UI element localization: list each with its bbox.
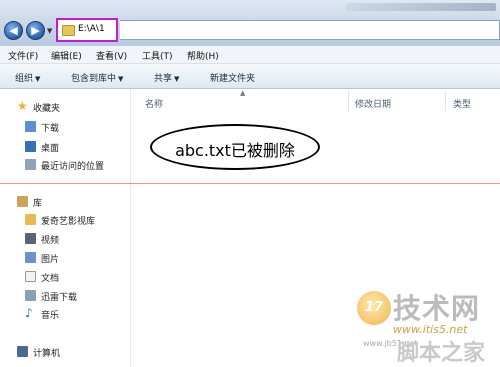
nav-desktop-label: 桌面 <box>41 144 60 154</box>
watermark-brand: 技术网 <box>393 292 481 325</box>
nav-downloads-label: 下载 <box>41 124 60 134</box>
address-bar-field[interactable] <box>120 20 500 40</box>
new-folder-button[interactable]: 新建文件夹 <box>210 71 255 84</box>
back-button[interactable]: ◀ <box>4 21 23 40</box>
share-label: 共享 <box>154 74 173 84</box>
nav-xunlei-label: 迅雷下载 <box>41 293 78 303</box>
organize-label: 组织 <box>15 74 34 84</box>
desktop-icon <box>25 141 36 152</box>
nav-library-label: 库 <box>33 199 43 209</box>
column-header-type[interactable]: 类型 <box>453 97 471 110</box>
documents-icon <box>25 271 36 282</box>
menu-help[interactable]: 帮助(H) <box>187 49 219 62</box>
chevron-down-icon: ▼ <box>118 75 124 83</box>
chevron-down-icon: ▼ <box>174 75 180 83</box>
videos-icon <box>25 233 36 244</box>
chevron-down-icon: ▼ <box>35 75 41 83</box>
computer-icon <box>17 346 28 357</box>
nav-music-label: 音乐 <box>41 311 60 321</box>
menu-tools[interactable]: 工具(T) <box>142 49 173 62</box>
menu-file[interactable]: 文件(F) <box>8 49 38 62</box>
column-header-name[interactable]: 名称 <box>145 97 163 110</box>
organize-button[interactable]: 组织 ▼ <box>15 71 40 84</box>
star-icon: ★ <box>17 99 28 113</box>
watermark-logo: 17 <box>357 291 391 325</box>
nav-recent-label: 最近访问的位置 <box>41 162 105 172</box>
forward-arrow-icon: ▶ <box>31 24 40 37</box>
include-label: 包含到库中 <box>71 74 117 84</box>
library-icon <box>17 196 28 207</box>
navigation-pane: ★ 收藏夹 下载 桌面 最近访问的位置 库 爱奇艺影视库 视频 图片 文档 迅雷… <box>0 89 130 367</box>
menu-view[interactable]: 查看(V) <box>96 49 127 62</box>
recent-places-icon <box>25 159 36 170</box>
command-bar: 组织 ▼ 包含到库中 ▼ 共享 ▼ 新建文件夹 <box>0 64 500 89</box>
forward-button[interactable]: ▶ <box>26 21 45 40</box>
address-path: E:\A\1 <box>78 24 105 34</box>
music-icon: ♪ <box>25 306 33 320</box>
watermark: 17 技术网 www.itis5.net www.jb51.net 脚本之家 <box>355 285 500 367</box>
column-divider[interactable] <box>348 91 349 111</box>
nav-videos-label: 视频 <box>41 236 60 246</box>
menu-bar: 文件(F) 编辑(E) 查看(V) 工具(T) 帮助(H) <box>0 46 500 64</box>
iqiyi-folder-icon <box>25 214 36 225</box>
nav-computer-label: 计算机 <box>33 349 61 359</box>
nav-iqiyi-label: 爱奇艺影视库 <box>41 217 96 227</box>
nav-favorites-label: 收藏夹 <box>33 104 61 114</box>
nav-documents-label: 文档 <box>41 274 60 284</box>
window-title <box>346 3 496 11</box>
back-arrow-icon: ◀ <box>9 24 18 37</box>
divider-line <box>0 183 500 184</box>
menu-edit[interactable]: 编辑(E) <box>51 49 82 62</box>
include-in-library-button[interactable]: 包含到库中 ▼ <box>71 71 123 84</box>
xunlei-folder-icon <box>25 290 36 301</box>
pictures-icon <box>25 252 36 263</box>
column-header-modified[interactable]: 修改日期 <box>355 97 391 110</box>
annotation-oval: abc.txt已被删除 <box>150 124 320 170</box>
watermark-brand-secondary: 脚本之家 <box>397 341 486 366</box>
pane-divider[interactable] <box>130 89 131 367</box>
share-button[interactable]: 共享 ▼ <box>154 71 179 84</box>
annotation-text: abc.txt已被删除 <box>175 141 295 160</box>
nav-pictures-label: 图片 <box>41 255 60 265</box>
folder-icon <box>62 25 75 36</box>
column-divider[interactable] <box>445 91 446 111</box>
recent-pages-dropdown-icon[interactable]: ▼ <box>47 27 52 35</box>
address-bar[interactable]: E:\A\1 <box>56 18 118 42</box>
downloads-folder-icon <box>25 121 36 132</box>
title-bar: ◀ ▶ ▼ E:\A\1 <box>0 0 500 46</box>
sort-arrow-icon: ▲ <box>240 89 246 97</box>
